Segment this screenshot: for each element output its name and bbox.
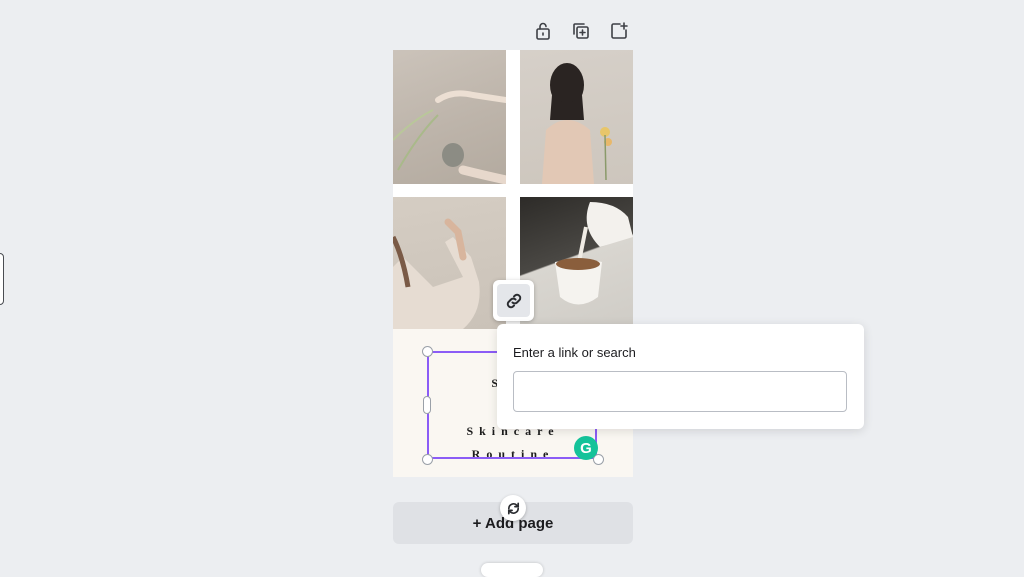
grammarly-icon[interactable]: G <box>574 436 598 460</box>
photo-raised-hand[interactable] <box>393 197 506 329</box>
add-page-icon[interactable] <box>608 20 630 42</box>
link-popover: Enter a link or search <box>497 324 864 429</box>
photo-woman-back[interactable] <box>520 50 633 184</box>
resize-handle-bottom-left[interactable] <box>422 454 433 465</box>
photo-pouring-milk[interactable] <box>520 197 633 329</box>
unlock-icon[interactable] <box>532 20 554 42</box>
rotate-handle[interactable] <box>500 495 526 521</box>
resize-handle-left[interactable] <box>423 396 431 414</box>
left-panel-handle[interactable] <box>0 253 4 305</box>
rotate-icon <box>507 502 519 514</box>
link-button[interactable] <box>493 280 534 321</box>
link-icon <box>506 293 521 308</box>
bottom-pill[interactable] <box>481 563 543 577</box>
link-popover-label: Enter a link or search <box>513 345 636 360</box>
link-search-input[interactable] <box>513 371 847 412</box>
photo-hand-holding-stone[interactable] <box>393 50 506 184</box>
resize-handle-top-left[interactable] <box>422 346 433 357</box>
duplicate-page-icon[interactable] <box>570 20 592 42</box>
